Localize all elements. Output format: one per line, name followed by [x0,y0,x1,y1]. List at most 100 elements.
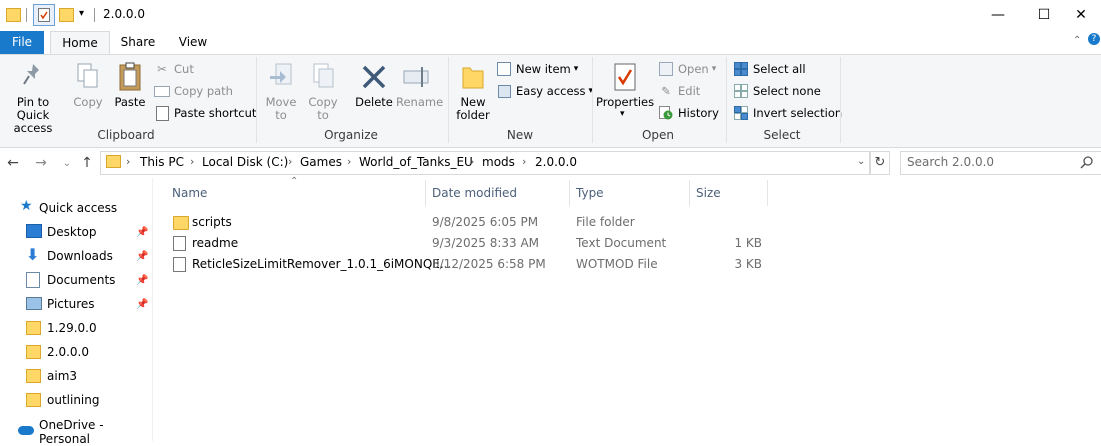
column-divider[interactable] [569,180,570,206]
properties-quick-button[interactable] [33,4,55,26]
new-item-button[interactable]: New item ▾ [496,60,578,78]
column-header-name[interactable]: Name [172,186,207,200]
nav-item-label: 2.0.0.0 [47,345,89,359]
breadcrumb-chevron-icon[interactable]: › [190,155,194,168]
breadcrumb-games[interactable]: Games [300,155,342,169]
column-header-size[interactable]: Size [696,186,721,200]
customize-toolbar-icon[interactable]: ▾ [79,8,84,19]
star-icon: ★ [20,198,33,214]
breadcrumb-mods[interactable]: mods [482,155,515,169]
dropdown-arrow-icon: ▾ [573,64,579,74]
sort-ascending-icon: ⌃ [290,176,299,187]
folder-icon [26,345,41,359]
scissors-icon: ✂ [157,62,167,76]
breadcrumb-chevron-icon[interactable]: › [126,155,130,168]
edit-label: Edit [678,84,701,98]
breadcrumb-current[interactable]: 2.0.0.0 [535,155,577,169]
nav-item-label: Desktop [47,225,97,239]
column-divider[interactable] [689,180,690,206]
tab-view[interactable]: View [168,31,218,54]
pin-icon: 📌 [136,226,149,238]
copy-label: Copy [73,95,103,109]
minimize-button[interactable]: — [975,0,1021,30]
close-button[interactable]: ✕ [1061,0,1101,30]
cut-button[interactable]: ✂ Cut [154,60,194,78]
tab-share[interactable]: Share [113,31,163,54]
back-button[interactable]: ← [2,153,24,173]
invert-selection-button[interactable]: Invert selection [733,104,842,122]
history-button[interactable]: History [658,104,719,122]
delete-label: Delete [355,95,393,109]
search-icon[interactable] [1080,156,1093,169]
new-group-label: New [506,128,534,142]
easy-access-button[interactable]: Easy access ▾ [496,82,593,100]
nav-onedrive[interactable]: OneDrive - Personal [0,418,152,446]
breadcrumb-this-pc[interactable]: This PC [140,155,184,169]
breadcrumb-chevron-icon[interactable]: › [288,155,292,168]
select-none-button[interactable]: Select none [733,82,821,100]
pictures-icon [26,297,42,310]
folder-icon [26,393,41,407]
breadcrumb-chevron-icon[interactable]: › [522,155,526,168]
paste-shortcut-icon [154,105,170,121]
tab-file[interactable]: File [0,31,44,54]
window-title: 2.0.0.0 [103,7,145,21]
column-header-type[interactable]: Type [576,186,604,200]
dropdown-arrow-icon: ▾ [711,64,717,74]
select-all-icon [733,61,749,77]
file-row[interactable]: scripts 9/8/2025 6:05 PM File folder [165,212,775,233]
edit-button[interactable]: ✎ Edit [658,82,700,100]
download-arrow-icon: ⬇ [26,245,40,264]
easy-access-label: Easy access [516,84,586,98]
nav-item-folder[interactable]: 2.0.0.0 [0,341,152,363]
breadcrumb-world-of-tanks[interactable]: World_of_Tanks_EU [359,155,473,169]
delete-icon [362,65,386,89]
file-row[interactable]: ReticleSizeLimitRemover_1.0.1_6iMONQE...… [165,254,775,275]
text-document-icon [173,236,186,254]
file-date: 9/8/2025 6:05 PM [432,215,539,229]
breadcrumb-local-disk[interactable]: Local Disk (C:) [202,155,288,169]
file-row[interactable]: readme 9/3/2025 8:33 AM Text Document 1 … [165,233,775,254]
help-icon[interactable]: ? [1088,33,1100,45]
pin-icon: 📌 [136,298,149,310]
column-header-date[interactable]: Date modified [432,186,517,200]
select-all-button[interactable]: Select all [733,60,806,78]
nav-onedrive-label: OneDrive - Personal [39,418,104,446]
pin-icon: 📌 [136,274,149,286]
new-folder-quick-icon[interactable] [59,8,74,22]
file-date: 9/3/2025 8:33 AM [432,236,540,250]
column-divider[interactable] [425,180,426,206]
copy-path-button[interactable]: Copy path [154,82,233,100]
nav-item-folder[interactable]: aim3 [0,365,152,387]
invert-selection-icon [733,105,749,121]
folder-icon [106,155,121,168]
new-item-label: New item [516,62,571,76]
column-divider[interactable] [767,180,768,206]
nav-item-label: 1.29.0.0 [47,321,97,335]
nav-item-folder[interactable]: outlining [0,389,152,411]
minimize-ribbon-icon[interactable]: ⌃ [1073,35,1081,46]
nav-item-pictures[interactable]: Pictures 📌 [0,293,152,315]
breadcrumb-chevron-icon[interactable]: › [347,155,351,168]
up-button[interactable]: ↑ [76,153,98,173]
address-dropdown-icon[interactable]: ⌄ [857,156,865,167]
pane-divider [152,178,153,441]
forward-button[interactable]: → [30,153,52,173]
tab-home[interactable]: Home [50,31,110,55]
select-none-icon [733,83,749,99]
open-button[interactable]: Open ▾ [658,60,716,78]
nav-quick-access[interactable]: ★ Quick access [0,197,152,219]
refresh-icon[interactable]: ↻ [870,151,890,175]
file-name: ReticleSizeLimitRemover_1.0.1_6iMONQE... [192,257,452,271]
dropdown-arrow-icon: ▾ [620,109,625,119]
recent-locations-icon[interactable]: ⌄ [56,153,78,173]
nav-item-downloads[interactable]: ⬇ Downloads 📌 [0,245,152,267]
copy-icon [77,63,98,88]
nav-item-documents[interactable]: Documents 📌 [0,269,152,291]
nav-item-folder[interactable]: 1.29.0.0 [0,317,152,339]
copy-path-label: Copy path [174,84,233,98]
copy-path-icon [154,83,170,99]
paste-shortcut-button[interactable]: Paste shortcut [154,104,256,122]
nav-item-desktop[interactable]: Desktop 📌 [0,221,152,243]
breadcrumb-chevron-icon[interactable]: › [470,155,474,168]
